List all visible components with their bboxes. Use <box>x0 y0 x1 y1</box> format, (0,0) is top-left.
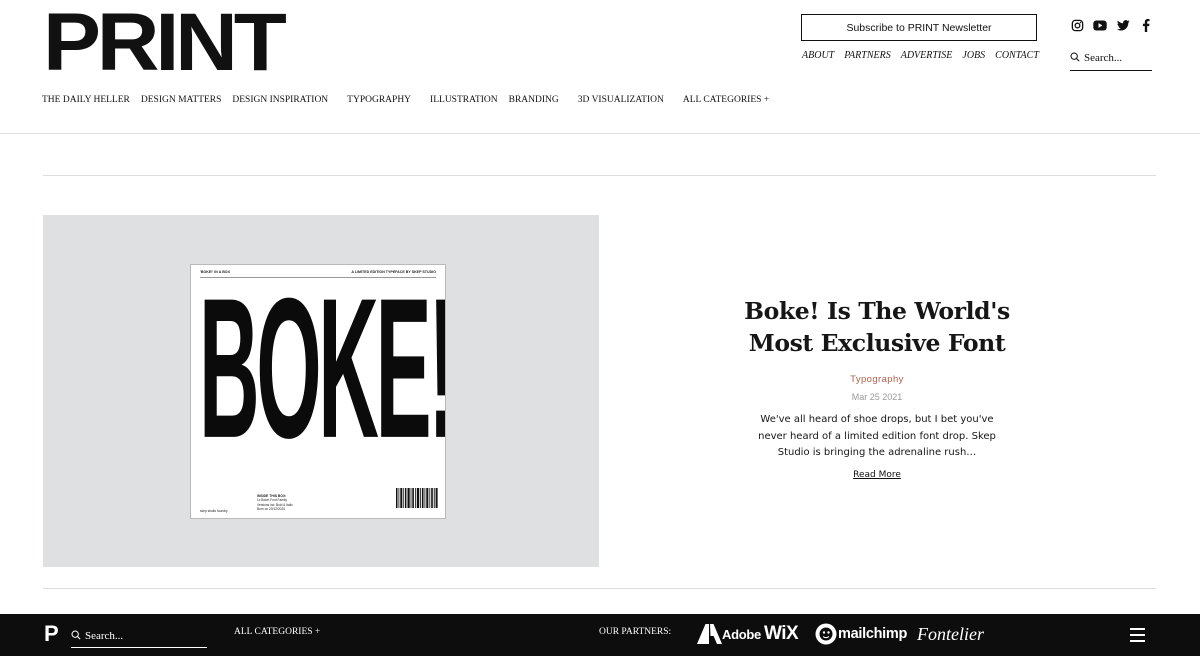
footer-search-input[interactable] <box>85 629 195 642</box>
mailchimp-logo-text: mailchimp <box>838 626 908 642</box>
divider <box>43 588 1156 589</box>
search-icon[interactable] <box>1070 49 1080 67</box>
print-p-logo[interactable]: P <box>44 621 59 647</box>
our-partners-label: OUR PARTNERS: <box>599 627 672 637</box>
article-featured-image[interactable]: 'BOKE!' IN A BOX A LIMITED EDITION TYPEF… <box>43 215 599 567</box>
adobe-partner-logo[interactable]: Adobe <box>697 622 761 646</box>
sticky-bottom-bar: P ALL CATEGORIES + OUR PARTNERS: Adobe W… <box>0 614 1200 656</box>
footer-search <box>71 624 207 648</box>
footer-all-categories-button[interactable]: ALL CATEGORIES + <box>234 627 320 637</box>
category-link-typography[interactable]: TYPOGRAPHY <box>347 95 411 105</box>
adobe-icon <box>697 624 722 644</box>
twitter-icon[interactable] <box>1116 18 1130 32</box>
nav-link-about[interactable]: ABOUT <box>802 50 834 61</box>
poster-box-contents: INSIDE THIS BOX: 1x Boke! Font Family Ve… <box>257 494 293 511</box>
poster-big-word: BOKE! <box>199 264 446 480</box>
poster-box-line: Born on 20/12/2020 <box>257 506 286 511</box>
article-category-link[interactable]: Typography <box>728 374 1026 385</box>
article-summary: Boke! Is The World's Most Exclusive Font… <box>728 296 1026 482</box>
article-excerpt: We've all heard of shoe drops, but I bet… <box>758 414 996 459</box>
subscribe-newsletter-button[interactable]: Subscribe to PRINT Newsletter <box>801 14 1037 41</box>
category-link-all-categories[interactable]: ALL CATEGORIES + <box>683 95 769 105</box>
fontelier-partner-logo[interactable]: Fontelier <box>917 622 984 646</box>
hamburger-menu-icon[interactable] <box>1130 628 1145 642</box>
wix-partner-logo[interactable]: WiX <box>764 622 799 646</box>
poster-studio-name: skep studio foundry <box>200 509 228 513</box>
article-title[interactable]: Boke! Is The World's Most Exclusive Font <box>728 296 1026 359</box>
article-date: Mar 25 2021 <box>851 392 903 403</box>
barcode-graphic <box>396 488 438 508</box>
category-link-branding[interactable]: BRANDING <box>509 95 559 105</box>
nav-link-jobs[interactable]: JOBS <box>962 50 985 61</box>
top-utility-nav: ABOUT PARTNERS ADVERTISE JOBS CONTACT <box>802 50 1039 61</box>
search-icon[interactable] <box>71 627 81 645</box>
nav-link-partners[interactable]: PARTNERS <box>844 50 890 61</box>
mailchimp-partner-logo[interactable]: mailchimp <box>814 622 907 646</box>
adobe-logo-text: Adobe <box>722 626 761 642</box>
category-link-the-daily-heller[interactable]: THE DAILY HELLER <box>42 95 130 105</box>
category-link-illustration[interactable]: ILLUSTRATION <box>430 95 498 105</box>
category-link-design-inspiration[interactable]: DESIGN INSPIRATION <box>232 95 328 105</box>
social-links <box>1070 18 1153 32</box>
youtube-icon[interactable] <box>1093 18 1107 32</box>
nav-link-contact[interactable]: CONTACT <box>995 50 1039 61</box>
boke-poster-image: 'BOKE!' IN A BOX A LIMITED EDITION TYPEF… <box>190 264 446 519</box>
search-input[interactable] <box>1084 52 1148 64</box>
category-link-design-matters[interactable]: DESIGN MATTERS <box>141 95 222 105</box>
category-nav: THE DAILY HELLER DESIGN MATTERS DESIGN I… <box>42 95 780 105</box>
divider <box>43 175 1156 176</box>
site-header: PRINT Subscribe to PRINT Newsletter ABOU… <box>0 0 1200 134</box>
category-link-3d-visualization[interactable]: 3D VISUALIZATION <box>578 95 664 105</box>
mailchimp-icon <box>815 623 837 645</box>
print-logo[interactable]: PRINT <box>43 2 287 84</box>
nav-link-advertise[interactable]: ADVERTISE <box>901 50 953 61</box>
read-more-link[interactable]: Read More <box>853 470 901 480</box>
instagram-icon[interactable] <box>1070 18 1084 32</box>
facebook-icon[interactable] <box>1139 18 1153 32</box>
header-search <box>1070 46 1152 71</box>
